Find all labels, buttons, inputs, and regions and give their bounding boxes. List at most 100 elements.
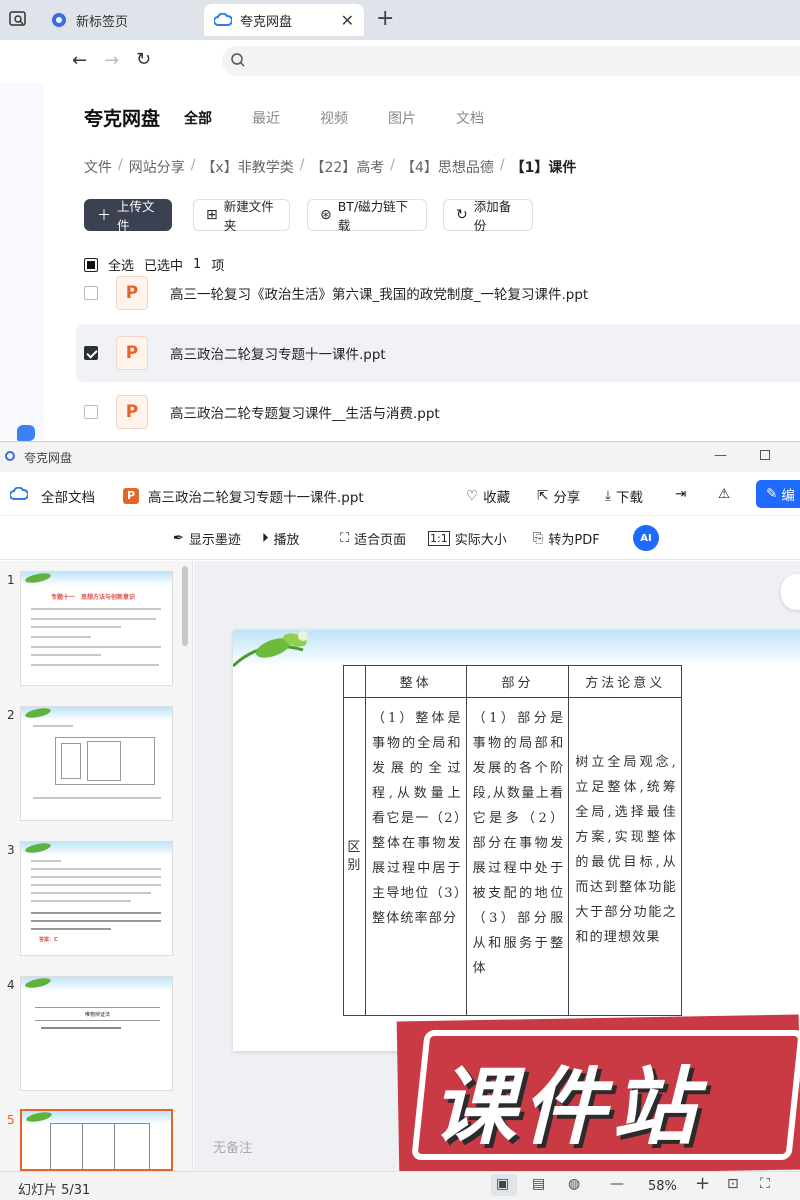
actual-size-icon: 1:1 <box>428 531 450 546</box>
file-checkbox[interactable] <box>84 346 98 360</box>
nav-tab-all[interactable]: 全部 <box>184 108 212 128</box>
share-label: 分享 <box>553 490 581 506</box>
forward-arrow-icon[interactable]: → <box>104 50 119 71</box>
zoom-in-icon[interactable]: + <box>695 1173 710 1194</box>
slide-thumbnail-1[interactable]: 专题十一 思想方法与创新意识 <box>20 571 173 686</box>
table-corner <box>343 665 366 698</box>
table-cell-method: 树立全局观念,立足整体,统筹全局,选择最佳方案,实现整体的最优目标,从而达到整体… <box>568 697 682 1016</box>
fit-page-icon: ⛶ <box>340 531 350 546</box>
tab-new-tab[interactable]: 新标签页 <box>40 4 200 36</box>
thumbnail-scrollbar[interactable] <box>182 566 188 646</box>
ppt-file-icon: P <box>116 336 148 370</box>
nav-tab-recent[interactable]: 最近 <box>252 108 280 128</box>
reload-icon[interactable]: ↻ <box>136 49 151 70</box>
feedback-icon[interactable]: ⚠ <box>718 486 730 502</box>
thumb-number: 2 <box>7 708 15 722</box>
slide-thumbnail-4[interactable]: 唯物辩证法 <box>20 976 173 1091</box>
share-icon: ⇱ <box>537 488 549 504</box>
maximize-icon[interactable] <box>760 450 770 460</box>
zoom-out-icon[interactable]: — <box>610 1176 624 1192</box>
new-tab-icon <box>50 11 68 29</box>
backup-label: 添加备份 <box>473 199 512 233</box>
slide-thumbnail-5[interactable] <box>20 1109 173 1171</box>
to-pdf-button[interactable]: ⎘ 转为PDF <box>533 529 600 548</box>
app-logo-icon <box>5 451 15 461</box>
close-tab-icon[interactable]: ✕ <box>341 11 354 30</box>
zoom-level[interactable]: 58% <box>648 1179 677 1194</box>
folder-plus-icon: ⊞ <box>206 207 218 223</box>
show-ink-button[interactable]: ✒ 显示墨迹 <box>173 529 241 548</box>
breadcrumb-item[interactable]: 【4】思想品德 <box>401 157 494 177</box>
file-name[interactable]: 高三政治二轮复习专题十一课件.ppt <box>170 343 386 363</box>
add-backup-button[interactable]: ↻ 添加备份 <box>443 199 533 233</box>
cloud-icon <box>9 486 30 505</box>
file-row[interactable]: P 高三一轮复习《政治生活》第六课_我国的政党制度_一轮复习课件.ppt <box>76 264 800 322</box>
back-arrow-icon[interactable]: ← <box>72 50 87 71</box>
breadcrumb-item[interactable]: 网站分享 <box>129 157 185 177</box>
download-label: 下载 <box>615 490 643 506</box>
favorite-button[interactable]: ♡ 收藏 <box>466 486 510 506</box>
breadcrumb-item[interactable]: 文件 <box>84 157 112 177</box>
table-cell-part: （1）部分是事物的局部和发展的各个阶段,从数量上看它是多（2）部分在事物发展过程… <box>465 697 570 1016</box>
thumb-answer: 答案：C <box>39 937 58 943</box>
globe-icon[interactable]: ◍ <box>568 1176 580 1192</box>
tab-label: 新标签页 <box>76 14 129 30</box>
tab-search-icon[interactable] <box>8 9 28 29</box>
breadcrumb-item[interactable]: 【22】高考 <box>310 157 384 177</box>
address-input[interactable] <box>222 46 800 76</box>
disk-brand: 夸克网盘 <box>84 108 161 130</box>
bt-download-button[interactable]: ⊛ BT/磁力链下载 <box>307 199 427 233</box>
breadcrumb-item[interactable]: 【x】非教学类 <box>201 157 293 177</box>
edit-button[interactable]: ✎ 编 <box>756 480 800 508</box>
upload-label: 上传文件 <box>117 199 155 233</box>
actual-size-button[interactable]: 1:1 实际大小 <box>428 529 507 548</box>
current-file-title: P 高三政治二轮复习专题十一课件.ppt <box>123 486 364 506</box>
fit-page-button[interactable]: ⛶ 适合页面 <box>340 529 406 548</box>
ai-assistant-button[interactable]: AI <box>633 525 659 551</box>
nav-tab-image[interactable]: 图片 <box>388 108 416 128</box>
search-icon <box>230 52 246 72</box>
favorite-label: 收藏 <box>483 490 511 506</box>
fullscreen-icon[interactable]: ⛶ <box>760 1176 770 1192</box>
new-tab-button[interactable]: + <box>376 6 394 31</box>
thumb-title: 唯物辩证法 <box>35 1007 160 1021</box>
file-name[interactable]: 高三一轮复习《政治生活》第六课_我国的政党制度_一轮复习课件.ppt <box>170 283 588 303</box>
new-folder-button[interactable]: ⊞ 新建文件夹 <box>193 199 290 233</box>
bt-icon: ⊛ <box>320 207 332 223</box>
nav-tab-video[interactable]: 视频 <box>320 108 348 128</box>
all-docs-button[interactable]: 全部文档 <box>9 486 95 506</box>
play-button[interactable]: ⏵ 播放 <box>262 529 300 548</box>
file-checkbox[interactable] <box>84 286 98 300</box>
export-icon[interactable]: ⇥ <box>675 486 686 502</box>
breadcrumb-current: 【1】课件 <box>510 160 577 176</box>
thumb-number-active: 5 <box>7 1113 15 1127</box>
table-row-head: 区别 <box>343 697 366 1016</box>
minimize-icon[interactable]: — <box>714 448 727 463</box>
actual-size-label: 实际大小 <box>454 533 507 548</box>
fit-page-label: 适合页面 <box>354 533 407 548</box>
tab-quark-disk[interactable]: 夸克网盘 ✕ <box>204 4 364 36</box>
fit-window-icon[interactable]: ⊡ <box>727 1176 739 1192</box>
play-icon: ⏵ <box>262 531 269 546</box>
thumb-number: 4 <box>7 978 15 992</box>
file-row[interactable]: P 高三政治二轮专题复习课件__生活与消费.ppt <box>76 383 800 441</box>
slide-thumbnail-2[interactable] <box>20 706 173 821</box>
notes-view-icon[interactable]: ▤ <box>532 1176 545 1192</box>
left-strip <box>0 82 44 440</box>
quark-cloud-icon <box>214 11 232 29</box>
download-button[interactable]: ⤓ 下载 <box>605 486 643 506</box>
slide-thumbnail-3[interactable]: 答案：C <box>20 841 173 956</box>
share-button[interactable]: ⇱ 分享 <box>537 486 580 506</box>
slide-counter: 幻灯片 5/31 <box>18 1183 91 1198</box>
nav-tab-docs[interactable]: 文档 <box>456 108 484 128</box>
viewer-titlebar <box>0 442 800 472</box>
normal-view-icon: ▣ <box>496 1176 510 1192</box>
assistant-icon[interactable] <box>17 425 35 441</box>
file-row-selected[interactable]: P 高三政治二轮复习专题十一课件.ppt <box>76 324 800 382</box>
notes-placeholder: 无备注 <box>213 1141 253 1156</box>
upload-file-button[interactable]: ＋ 上传文件 <box>84 199 172 233</box>
bt-label: BT/磁力链下载 <box>337 199 409 233</box>
ink-icon: ✒ <box>173 531 184 546</box>
file-name[interactable]: 高三政治二轮专题复习课件__生活与消费.ppt <box>170 402 440 422</box>
file-checkbox[interactable] <box>84 405 98 419</box>
